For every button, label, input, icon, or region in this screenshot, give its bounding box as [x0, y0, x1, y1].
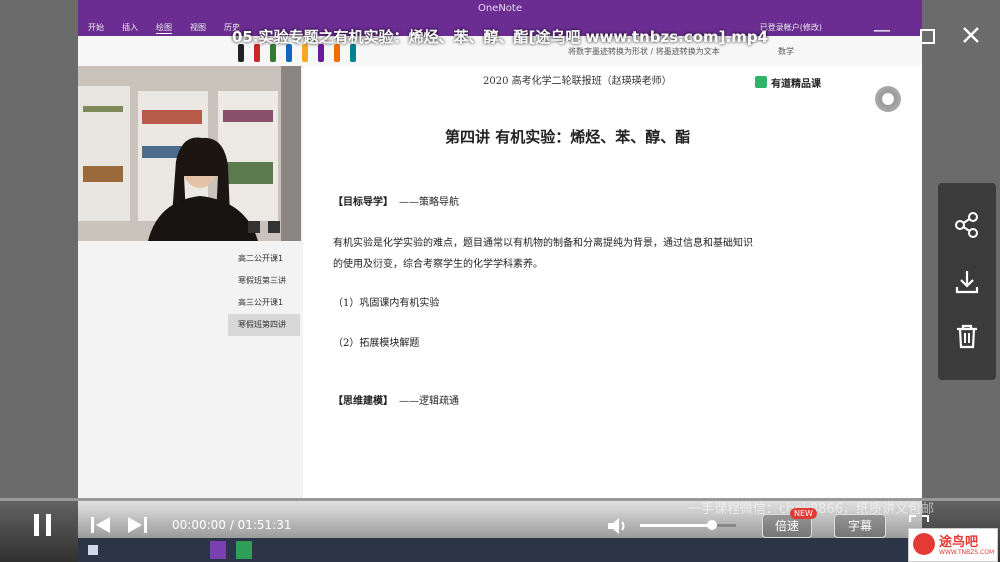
share-icon[interactable] [952, 210, 982, 240]
delete-icon[interactable] [952, 321, 982, 351]
logo-url: WWW.TNBZS.COM [939, 549, 995, 556]
list-item: （1）巩固课内有机实验 [333, 298, 440, 309]
brand-name: 有道精品课 [771, 79, 821, 90]
math-option[interactable]: 数学 [778, 46, 794, 57]
site-logo: 途鸟吧 WWW.TNBZS.COM [908, 528, 998, 562]
brand-logo-icon [755, 76, 767, 88]
windows-taskbar [78, 538, 922, 562]
volume-handle[interactable] [707, 520, 717, 530]
list-item: （2）拓展模块解题 [333, 338, 420, 349]
logo-text: 途鸟吧 [939, 535, 979, 550]
minimize-icon[interactable]: — [872, 22, 892, 44]
paragraph-line-2: 的使用及衍变，综合考察学生的化学学科素养。 [333, 259, 543, 270]
webcam-scene-image [78, 66, 301, 241]
volume-slider[interactable] [640, 520, 736, 530]
page-item[interactable]: 寒假班第三讲 [228, 270, 300, 292]
start-icon[interactable] [88, 545, 98, 555]
section-sub-1: ——策略导航 [399, 197, 459, 208]
onenote-app-title: OneNote [477, 3, 523, 14]
page-item-selected[interactable]: 寒假班第四讲 [228, 314, 300, 336]
previous-icon[interactable] [90, 516, 112, 534]
doc-title: 第四讲 有机实验：烯烃、苯、醇、酯 [445, 128, 691, 146]
maximize-icon[interactable] [920, 29, 935, 44]
close-icon[interactable] [962, 26, 980, 44]
side-action-panel [938, 183, 996, 380]
webcam-feed [78, 66, 301, 241]
time-total: 01:51:31 [237, 518, 292, 532]
app-taskbar-icon[interactable] [236, 541, 252, 559]
paragraph-line-1: 有机实验是化学实验的难点，题目通常以有机物的制备和分离提纯为背景，通过信息和基础… [333, 238, 753, 249]
volume-fill [640, 524, 712, 527]
next-icon[interactable] [126, 516, 148, 534]
ink-convert-option[interactable]: 将数字墨迹转换为形状 / 将墨迹转换为文本 [568, 46, 720, 57]
volume-icon[interactable] [606, 516, 630, 536]
page-item[interactable]: 高二公开课1 [228, 248, 300, 270]
section-sub-2: ——逻辑疏通 [399, 396, 459, 407]
time-display: 00:00:00 / 01:51:31 [172, 518, 292, 532]
pause-icon[interactable] [34, 514, 39, 536]
document-page: 2020 高考化学二轮联报班（赵瑛瑛老师） 有道精品课 第四讲 有机实验：烯烃、… [303, 66, 922, 498]
section-heading-2: 【思维建模】 [333, 396, 393, 407]
page-list: 高二公开课1 寒假班第三讲 高三公开课1 寒假班第四讲 [78, 240, 303, 490]
bird-logo-icon [913, 533, 935, 555]
download-icon[interactable] [952, 267, 982, 297]
record-indicator [875, 86, 901, 112]
new-badge: NEW [790, 508, 817, 519]
time-separator: / [229, 518, 234, 532]
onenote-taskbar-icon[interactable] [210, 541, 226, 559]
section-heading-1: 【目标导学】 [333, 197, 393, 208]
time-current: 00:00:00 [172, 518, 226, 532]
doc-header: 2020 高考化学二轮联报班（赵瑛瑛老师） [483, 76, 672, 87]
pause-icon-bar [46, 514, 51, 536]
page-item[interactable]: 高三公开课1 [228, 292, 300, 314]
subtitle-button[interactable]: 字幕 [834, 514, 886, 538]
video-title: 05.实验专题之有机实验：烯烃、苯、醇、酯[途乌吧 www.tnbzs.com]… [231, 28, 769, 46]
